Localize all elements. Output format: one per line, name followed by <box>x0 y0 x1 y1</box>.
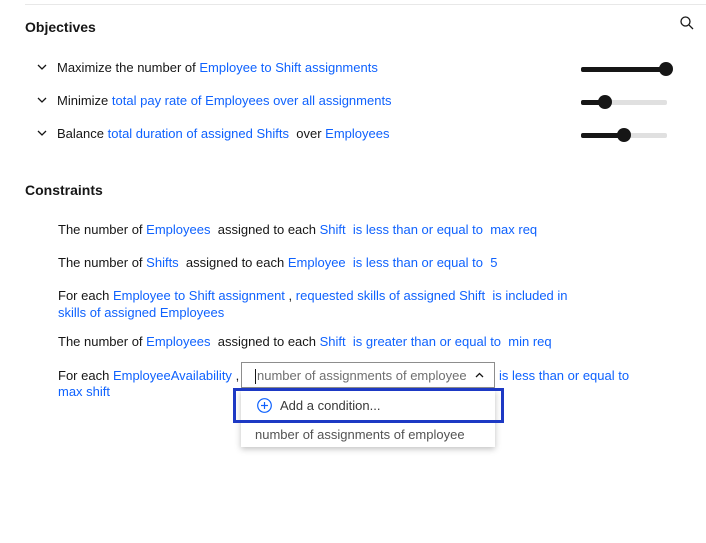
constraint-link[interactable]: Shift <box>320 334 346 349</box>
objective-link[interactable]: total duration of assigned Shifts <box>108 126 289 141</box>
constraint-link[interactable]: max req <box>490 222 537 237</box>
combobox-dropdown-menu: Add a condition... number of assignments… <box>241 390 495 447</box>
expression-combobox[interactable]: number of assignments of employee <box>241 362 495 388</box>
objective-link[interactable]: total pay rate of Employees over all ass… <box>112 93 392 108</box>
objectives-heading: Objectives <box>25 19 96 35</box>
search-icon[interactable] <box>680 16 694 30</box>
chevron-down-icon[interactable] <box>36 61 48 73</box>
constraint-row-5: For each EmployeeAvailability , <box>58 367 239 384</box>
constraint-text: , <box>288 288 293 303</box>
slider-thumb[interactable] <box>617 128 631 142</box>
constraint-text: assigned to each <box>217 222 317 237</box>
slider-thumb[interactable] <box>598 95 613 109</box>
objective-row-maximize: Maximize the number of Employee to Shift… <box>36 58 378 76</box>
constraint-operator[interactable]: is less than or equal to <box>499 368 629 383</box>
combobox-value: number of assignments of employee <box>257 368 467 383</box>
constraint-row-2: The number of Shifts assigned to each Em… <box>58 254 497 271</box>
objective-middle: over <box>296 125 322 141</box>
constraint-operator[interactable]: is less than or equal to <box>353 255 483 270</box>
objective-link[interactable]: Employee to Shift assignments <box>199 60 377 75</box>
objective-weight-slider-balance[interactable] <box>581 128 667 142</box>
constraint-link[interactable]: 5 <box>490 255 497 270</box>
constraint-link[interactable]: Employees <box>146 222 210 237</box>
constraint-text: , <box>235 368 240 383</box>
constraint-text: assigned to each <box>185 255 285 270</box>
chevron-up-icon[interactable] <box>474 370 485 381</box>
constraint-row-5-continued: max shift <box>58 383 110 400</box>
add-circle-icon <box>257 398 272 413</box>
objective-row-minimize: Minimize total pay rate of Employees ove… <box>36 91 392 109</box>
dropdown-option[interactable]: number of assignments of employee <box>241 421 495 447</box>
slider-fill <box>581 67 666 72</box>
chevron-down-icon[interactable] <box>36 127 48 139</box>
top-divider <box>25 4 706 5</box>
slider-thumb[interactable] <box>659 62 673 76</box>
objective-weight-slider-minimize[interactable] <box>581 95 667 109</box>
constraint-link[interactable]: min req <box>508 334 551 349</box>
objective-prefix: Balance <box>57 125 104 141</box>
constraint-link[interactable]: Employee to Shift assignment <box>113 288 285 303</box>
constraint-text: For each <box>58 368 110 383</box>
text-cursor <box>255 369 256 384</box>
constraint-text: assigned to each <box>217 334 317 349</box>
constraint-row-3-continued: skills of assigned Employees <box>58 304 224 321</box>
constraint-link[interactable]: Shift <box>320 222 346 237</box>
add-condition-label: Add a condition... <box>280 398 381 413</box>
constraint-text: The number of <box>58 334 143 349</box>
objective-row-balance: Balance total duration of assigned Shift… <box>36 124 389 142</box>
dropdown-option-label: number of assignments of employee <box>255 427 465 442</box>
constraint-text: For each <box>58 288 110 303</box>
constraint-operator[interactable]: is greater than or equal to <box>353 334 501 349</box>
constraint-link[interactable]: skills of assigned Employees <box>58 305 224 320</box>
constraint-link[interactable]: Shifts <box>146 255 179 270</box>
constraint-operator[interactable]: is less than or equal to <box>353 222 483 237</box>
objective-weight-slider-maximize[interactable] <box>581 62 673 76</box>
constraint-link[interactable]: Employees <box>146 334 210 349</box>
constraint-row-4: The number of Employees assigned to each… <box>58 333 552 350</box>
constraints-heading: Constraints <box>25 182 103 198</box>
constraint-link[interactable]: max shift <box>58 384 110 399</box>
objective-prefix: Maximize the number of <box>57 59 196 75</box>
constraint-operator[interactable]: is included in <box>492 288 567 303</box>
constraint-row-5-operator: is less than or equal to <box>499 367 629 384</box>
constraint-link[interactable]: requested skills of assigned Shift <box>296 288 485 303</box>
objective-prefix: Minimize <box>57 92 109 108</box>
constraint-link[interactable]: EmployeeAvailability <box>113 368 232 383</box>
add-condition-option[interactable]: Add a condition... <box>241 390 495 418</box>
constraint-text: The number of <box>58 222 143 237</box>
constraint-row-1: The number of Employees assigned to each… <box>58 221 537 238</box>
constraint-text: The number of <box>58 255 143 270</box>
constraint-row-3: For each Employee to Shift assignment , … <box>58 287 568 304</box>
chevron-down-icon[interactable] <box>36 94 48 106</box>
objective-link-2[interactable]: Employees <box>325 126 389 141</box>
constraint-link[interactable]: Employee <box>288 255 346 270</box>
